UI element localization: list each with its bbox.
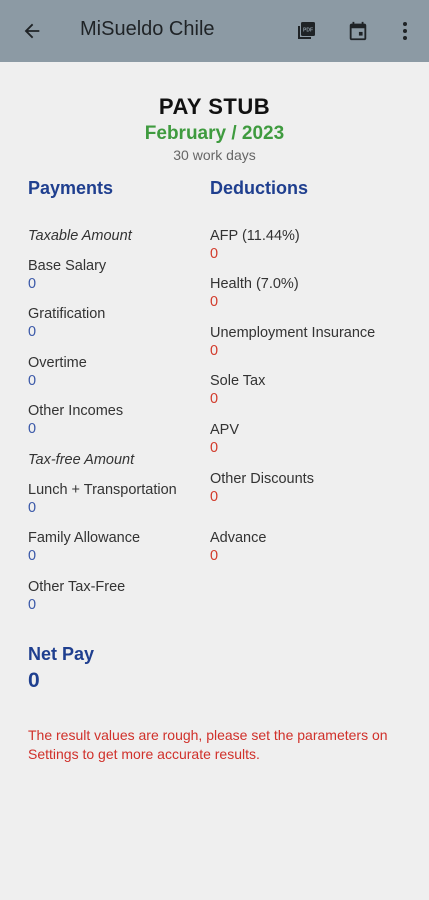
deductions-heading: Deductions — [210, 178, 309, 198]
taxable-amount-label: Taxable Amount — [28, 228, 132, 244]
payments-column: Payments Taxable Amount Base Salary 0 Gr… — [28, 178, 208, 613]
other-incomes-label: Other Incomes — [28, 403, 124, 419]
accuracy-note: The result values are rough, please set … — [28, 727, 388, 762]
net-pay-value: 0 — [28, 669, 40, 692]
net-pay-label: Net Pay — [28, 644, 95, 664]
other-incomes-item: Other Incomes 0 — [28, 403, 123, 437]
other-tax-free-value: 0 — [28, 597, 37, 613]
unemployment-label: Unemployment Insurance — [210, 325, 376, 341]
pdf-icon[interactable]: PDF — [292, 17, 320, 45]
stub-work-days: 30 work days — [173, 147, 256, 163]
overtime-label: Overtime — [28, 355, 87, 371]
apv-item: APV 0 — [210, 422, 239, 456]
base-salary-item: Base Salary 0 — [28, 258, 106, 292]
afp-item: AFP (11.44%) 0 — [210, 228, 300, 262]
lunch-transport-label: Lunch + Transportation — [28, 482, 177, 498]
payments-heading: Payments — [28, 178, 114, 198]
family-allowance-label: Family Allowance — [28, 530, 141, 546]
advance-item: Advance 0 — [210, 530, 266, 564]
back-arrow-icon[interactable] — [18, 17, 46, 45]
app-title: MiSueldo Chile — [80, 18, 215, 40]
net-pay-section: Net Pay 0 — [28, 644, 94, 693]
lunch-transport-item: Lunch + Transportation 0 — [28, 482, 177, 516]
unemployment-value: 0 — [210, 343, 219, 359]
stub-header: PAY STUB February / 2023 30 work days — [0, 94, 429, 163]
gratification-item: Gratification 0 — [28, 306, 105, 340]
advance-value: 0 — [210, 548, 219, 564]
health-label: Health (7.0%) — [210, 276, 299, 292]
apv-label: APV — [210, 422, 240, 438]
unemployment-item: Unemployment Insurance 0 — [210, 325, 375, 359]
sole-tax-value: 0 — [210, 391, 219, 407]
sole-tax-item: Sole Tax 0 — [210, 373, 265, 407]
apv-value: 0 — [210, 440, 219, 456]
base-salary-label: Base Salary — [28, 258, 107, 274]
other-incomes-value: 0 — [28, 421, 37, 437]
calendar-icon[interactable] — [344, 17, 372, 45]
other-discounts-label: Other Discounts — [210, 471, 314, 487]
health-item: Health (7.0%) 0 — [210, 276, 299, 310]
gratification-label: Gratification — [28, 306, 106, 322]
overtime-value: 0 — [28, 373, 37, 389]
tax-free-amount-label: Tax-free Amount — [28, 452, 135, 468]
gratification-value: 0 — [28, 324, 37, 340]
health-value: 0 — [210, 294, 219, 310]
svg-text:PDF: PDF — [303, 28, 313, 34]
overtime-item: Overtime 0 — [28, 355, 87, 389]
advance-label: Advance — [210, 530, 267, 546]
family-allowance-value: 0 — [28, 548, 37, 564]
family-allowance-item: Family Allowance 0 — [28, 530, 140, 564]
other-tax-free-label: Other Tax-Free — [28, 579, 126, 595]
deductions-column: Deductions AFP (11.44%) 0 Health (7.0%) … — [210, 178, 420, 564]
other-discounts-item: Other Discounts 0 — [210, 471, 314, 505]
app-bar: MiSueldo Chile PDF — [0, 0, 429, 62]
stub-title: PAY STUB — [158, 94, 271, 119]
lunch-transport-value: 0 — [28, 500, 37, 516]
sole-tax-label: Sole Tax — [210, 373, 266, 389]
afp-value: 0 — [210, 246, 219, 262]
more-vert-icon[interactable] — [391, 17, 419, 45]
afp-label: AFP (11.44%) — [210, 228, 300, 244]
stub-period: February / 2023 — [144, 123, 285, 144]
base-salary-value: 0 — [28, 276, 37, 292]
other-tax-free-item: Other Tax-Free 0 — [28, 579, 125, 613]
other-discounts-value: 0 — [210, 489, 219, 505]
